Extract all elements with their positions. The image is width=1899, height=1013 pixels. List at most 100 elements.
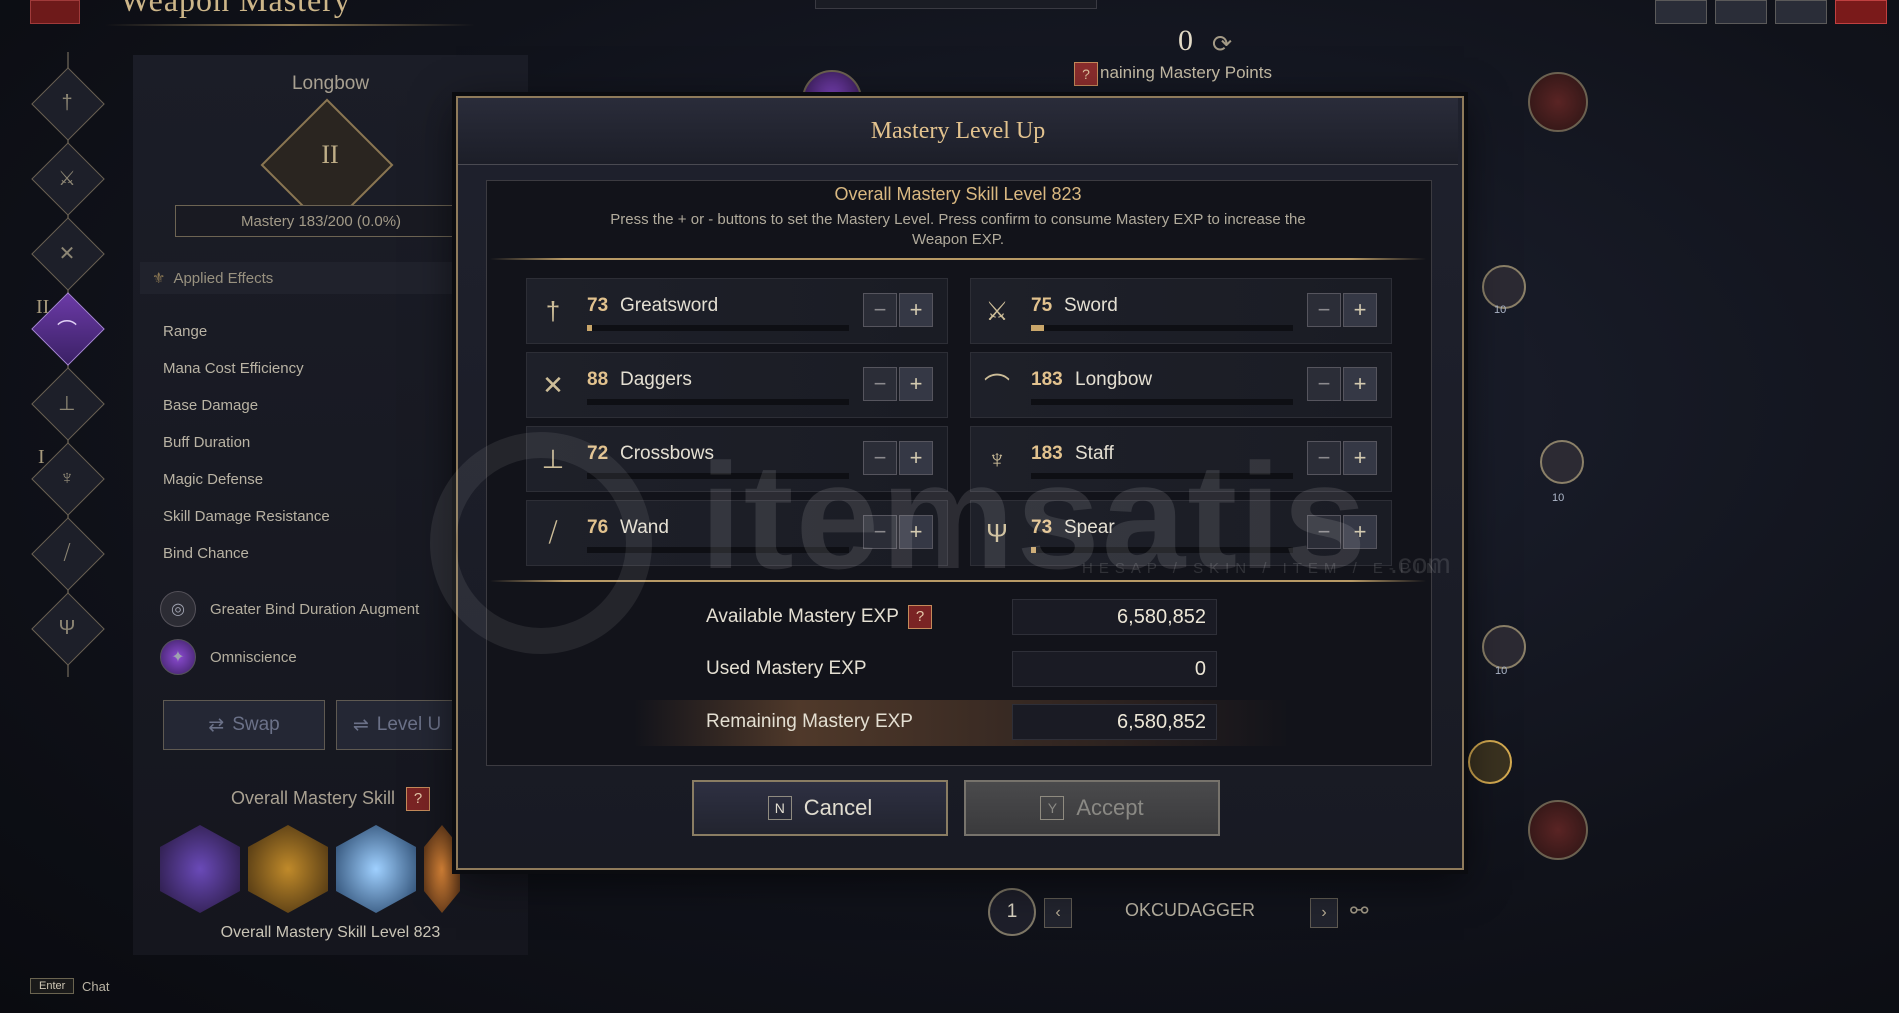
overall-level-text: Overall Mastery Skill Level 823 [220,924,441,941]
weapon-row: † 73 Greatsword − + [526,278,948,344]
augment-row[interactable]: ◎ Greater Bind Duration Augment [160,591,480,627]
currency-bar [815,0,1097,9]
swap-label: Swap [232,714,280,735]
weapon-name: Daggers [620,369,692,390]
sword-icon: ⚔ [985,295,1009,326]
level-up-icon: ⇌ [352,714,369,736]
tree-node-small[interactable] [1540,440,1584,484]
longbow-icon: ⌒ [983,371,1010,402]
tree-node-small[interactable] [1482,265,1526,309]
help-icon[interactable]: ? [406,787,431,811]
stat-row: Buff Duration+1 [163,434,473,451]
stat-row: Mana Cost Efficiency+1 [163,360,473,377]
refresh-icon[interactable]: ⟳ [1212,30,1232,59]
inventory-button[interactable] [1655,0,1707,24]
stat-row: Base Damage [163,397,473,414]
title-divider [105,24,475,26]
node-count: 10 [1552,492,1565,504]
menu-badge[interactable] [30,0,80,24]
tree-node-small[interactable] [1482,625,1526,669]
weapon-level: 183 [1031,369,1063,390]
stat-row: Range5 [163,323,473,340]
weapon-row: ⚔ 75 Sword − + [970,278,1392,344]
watermark-tagline: HESAP / SKIN / ITEM / E-PIN [1082,560,1443,577]
remaining-points-value: 0 [1178,24,1193,57]
longbow-icon: ⌒ [57,319,77,342]
watermark-suffix: .com [1390,548,1451,579]
weapon-exp-track [587,325,849,331]
daggers-icon: ✕ [542,369,564,400]
node-count: 10 [1494,304,1507,316]
help-icon[interactable]: ? [908,605,932,629]
help-icon[interactable]: ? [1074,62,1098,86]
level-up-button[interactable]: ⇌ Level U [336,700,458,750]
decrease-level-button[interactable]: − [863,367,897,401]
used-exp-value: 0 [1012,651,1217,687]
cancel-label: Cancel [803,795,873,820]
guild-button[interactable] [1775,0,1827,24]
overall-title-text: Overall Mastery Skill [230,787,395,808]
stat-label: Bind Chance [163,545,249,562]
mastery-progress: Mastery 183/200 (0.0%) [175,205,467,237]
increase-level-button[interactable]: + [899,293,933,327]
weapon-exp-track [1031,399,1293,405]
tree-node[interactable] [1528,800,1588,860]
remaining-exp-row: Remaining Mastery EXP 6,580,852 [640,700,1280,746]
close-button[interactable] [1835,0,1887,24]
staff-icon: ♆ [59,466,75,489]
applied-effects-label: Applied Effects [173,269,274,287]
decrease-level-button[interactable]: − [1307,293,1341,327]
stat-label: Mana Cost Efficiency [163,360,304,377]
character-slot: 1 [988,888,1036,936]
augment-row[interactable]: ✦ Omniscience [160,639,480,675]
remaining-points-label: naining Mastery Points [1100,63,1272,82]
crossbow-icon: ⊥ [58,392,76,415]
cancel-keycap: N [767,796,792,820]
node-count: 10 [1495,665,1508,677]
weapon-level: 73 [587,295,609,316]
overall-level-heading: Overall Mastery Skill Level 823 [834,184,1082,204]
sword-icon: ⚔ [58,167,76,190]
link-icon[interactable]: ⚯ [1350,898,1368,924]
stat-label: Buff Duration [163,434,251,451]
prev-character-button[interactable]: ‹ [1044,898,1072,928]
decrease-level-button[interactable]: − [1307,367,1341,401]
spear-icon: Ψ [58,616,76,639]
increase-level-button[interactable]: + [1343,367,1377,401]
cancel-button[interactable]: N Cancel [692,780,948,836]
stat-label: Base Damage [163,397,259,414]
decrease-level-button[interactable]: − [863,293,897,327]
chat-label[interactable]: Chat [82,979,109,994]
omniscience-icon: ✦ [160,639,196,675]
increase-level-button[interactable]: + [899,367,933,401]
weapon-exp-track [1031,325,1293,331]
accept-button[interactable]: Y Accept [964,780,1220,836]
stat-row: Bind Chance [163,545,473,562]
chat-keycap: Enter [30,978,75,994]
next-character-button[interactable]: › [1310,898,1338,928]
weapon-name: Greatsword [620,295,719,316]
stat-label: Skill Damage Resistance [163,508,330,525]
increase-level-button[interactable]: + [1343,293,1377,327]
greatsword-icon: † [545,295,561,326]
accept-label: Accept [1076,795,1144,820]
window-title: Weapon Mastery [120,0,351,18]
level-up-label: Level U [376,714,442,735]
tree-node-selected[interactable] [1468,740,1512,784]
remaining-exp-label: Remaining Mastery EXP [706,711,913,732]
fleur-icon: ⚜ [152,270,166,287]
stat-row: Magic Defense [163,471,473,488]
dialog-title: Mastery Level Up [870,118,1046,144]
map-button[interactable] [1715,0,1767,24]
swap-icon: ⇄ [208,714,225,736]
stat-row: Skill Damage Resistance [163,508,473,525]
swap-button[interactable]: ⇄ Swap [163,700,325,750]
applied-effects-header[interactable]: ⚜ Applied Effects [140,262,470,294]
tree-node[interactable] [1528,72,1588,132]
divider [490,258,1426,260]
instruction-text: Press the + or - buttons to set the Mast… [610,211,1306,248]
weapon-level: 88 [587,369,609,390]
stat-label: Magic Defense [163,471,264,488]
watermark-logo [430,432,652,654]
weapon-name: Longbow [1075,369,1153,390]
